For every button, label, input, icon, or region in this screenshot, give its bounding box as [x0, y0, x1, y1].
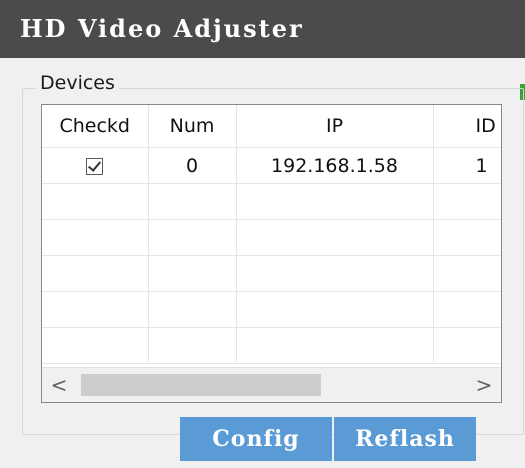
row-checkbox[interactable]: [86, 157, 104, 175]
table-row[interactable]: 0 192.168.1.58 1: [42, 147, 501, 184]
config-button[interactable]: Config: [180, 417, 332, 461]
row-ip: 192.168.1.58: [236, 147, 434, 184]
devices-group-legend: Devices: [36, 72, 119, 94]
table-row-empty: [42, 219, 501, 256]
table-header-row: Checkd Num IP ID: [42, 105, 501, 148]
scroll-right-icon[interactable]: >: [467, 368, 501, 402]
scrollbar-thumb[interactable]: [81, 374, 321, 396]
row-num: 0: [148, 147, 237, 184]
column-header-id[interactable]: ID: [433, 105, 501, 148]
column-header-num[interactable]: Num: [148, 105, 237, 148]
horizontal-scrollbar[interactable]: < >: [42, 367, 501, 402]
devices-grid: Checkd Num IP ID 0 192.168.1.58 1: [42, 105, 501, 364]
title-bar: HD Video Adjuster: [0, 0, 525, 58]
table-row-empty: [42, 183, 501, 220]
table-row-empty: [42, 327, 501, 364]
scroll-left-icon[interactable]: <: [42, 368, 76, 402]
devices-table: Checkd Num IP ID 0 192.168.1.58 1 < >: [41, 104, 502, 403]
table-row-empty: [42, 291, 501, 328]
table-row-empty: [42, 255, 501, 292]
column-header-ip[interactable]: IP: [236, 105, 434, 148]
reflash-button[interactable]: Reflash: [334, 417, 476, 461]
row-id: 1: [433, 147, 501, 184]
window-title: HD Video Adjuster: [20, 14, 304, 43]
row-checkbox-cell: [42, 147, 149, 184]
column-header-checked[interactable]: Checkd: [42, 105, 149, 148]
